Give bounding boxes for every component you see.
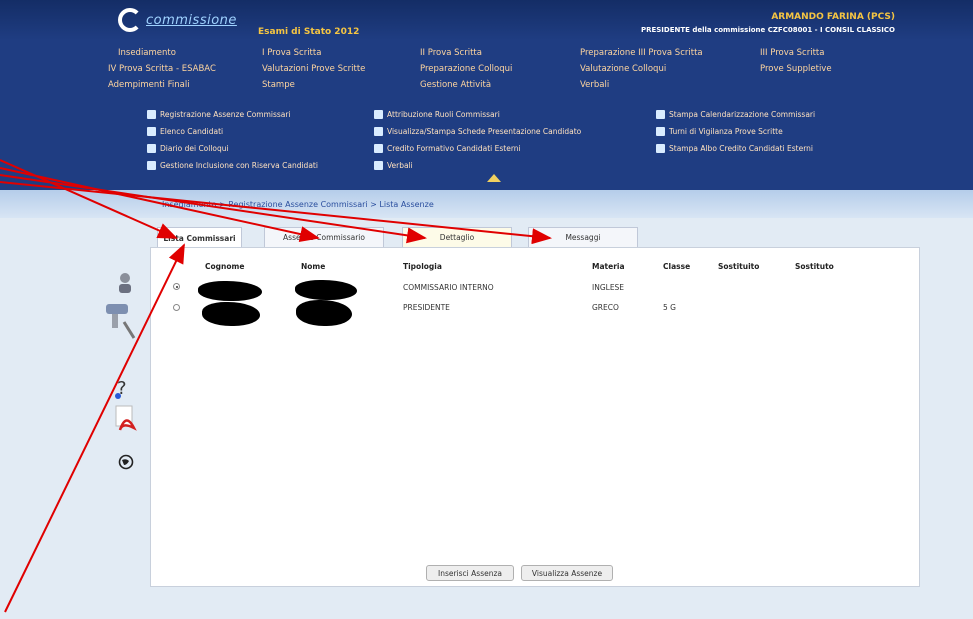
annotation-arrows (0, 159, 552, 613)
annotation-arrow-tab4 (0, 181, 552, 245)
annotation-arrow-tab1 (0, 159, 178, 239)
annotation-arrow-bottom (4, 243, 185, 613)
annotation-arrow-tab2 (0, 167, 320, 242)
annotation-arrow-tab3 (0, 174, 427, 244)
